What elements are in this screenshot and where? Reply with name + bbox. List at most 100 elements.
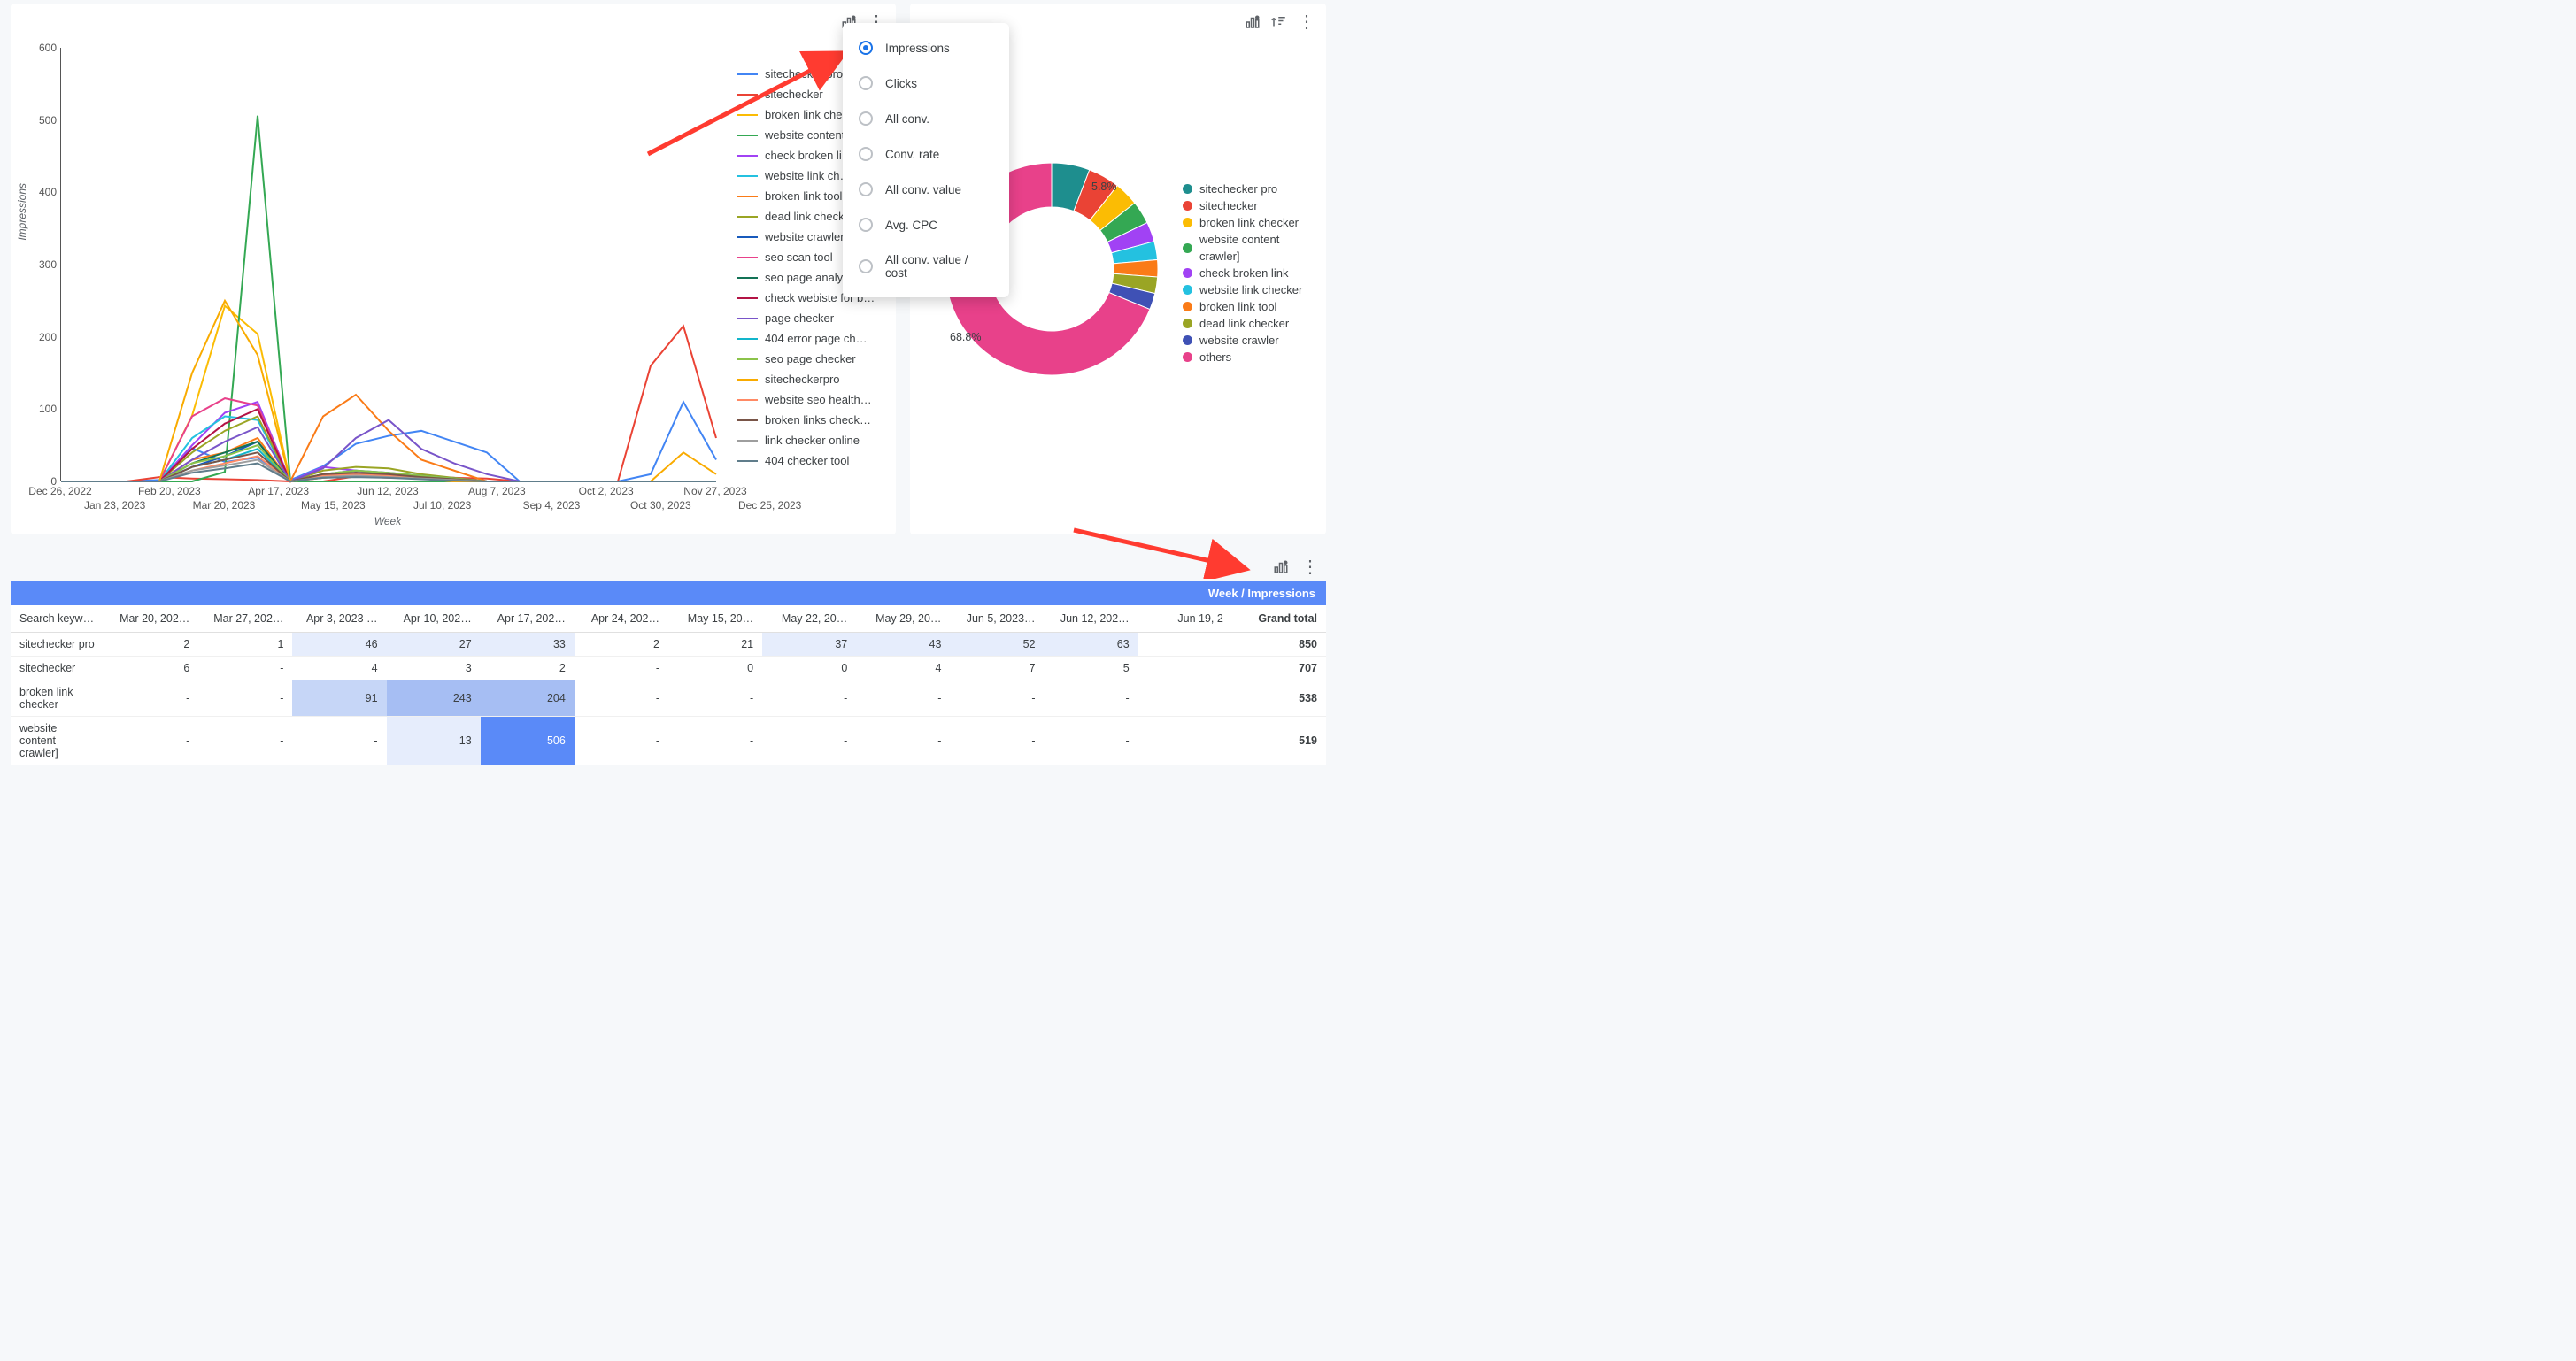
radio-icon [859,218,873,232]
cell: - [575,680,668,717]
legend-item[interactable]: page checker [737,308,887,328]
legend-item[interactable]: website seo health… [737,389,887,410]
x-tick: Oct 2, 2023 [579,485,634,497]
slice-label: 68.8% [950,331,981,343]
metric-option-label: All conv. value [885,183,961,196]
legend-item[interactable]: others [1183,349,1307,365]
metric-option-label: Impressions [885,42,950,55]
y-tick: 100 [30,403,57,415]
column-header[interactable]: Jun 12, 202… [1045,605,1138,633]
legend-item[interactable]: website crawler [1183,332,1307,349]
metric-option-label: All conv. value / cost [885,253,993,280]
legend-label: website seo health… [765,393,872,406]
legend-item[interactable]: broken link checker [1183,214,1307,231]
cell: 243 [387,680,481,717]
legend-label: others [1199,349,1231,365]
metric-dropdown: Impressions Clicks All conv. Conv. rate All … [843,23,1009,297]
more-icon[interactable]: ⋮ [1298,11,1315,33]
legend-label: dead link checker [1199,315,1289,332]
row-total: 519 [1232,717,1326,765]
column-header[interactable]: Mar 20, 202… [104,605,198,633]
cell: - [292,717,386,765]
legend-dot [1183,319,1192,328]
legend-item[interactable]: sitechecker pro [1183,181,1307,197]
row-key: broken link checker [11,680,104,717]
column-header[interactable]: May 15, 20… [668,605,762,633]
legend-label: broken link tool [765,189,842,203]
column-header[interactable]: Apr 3, 2023 … [292,605,386,633]
legend-label: check broken li… [765,149,853,162]
metric-option[interactable]: Avg. CPC [843,207,1009,242]
legend-label: broken link che… [765,108,853,121]
metric-option[interactable]: All conv. value / cost [843,242,1009,290]
legend-swatch [737,216,758,218]
legend-item[interactable]: broken links check… [737,410,887,430]
metric-option-label: All conv. [885,112,929,126]
column-header[interactable]: Jun 19, 2 [1138,605,1232,633]
cell: - [575,717,668,765]
y-tick: 400 [30,186,57,198]
legend-dot [1183,268,1192,278]
cell: - [762,717,856,765]
column-header[interactable]: Grand total [1232,605,1326,633]
table-row: sitechecker6-432-00475707 [11,657,1326,680]
table-row: sitechecker pro2146273322137435263850 [11,633,1326,657]
y-tick: 500 [30,114,57,127]
cell: 1 [198,633,292,657]
y-tick: 200 [30,331,57,343]
row-total: 707 [1232,657,1326,680]
column-header[interactable]: Apr 17, 202… [481,605,575,633]
legend-label: check broken link [1199,265,1288,281]
legend-item[interactable]: sitecheckerpro [737,369,887,389]
column-header[interactable]: Apr 10, 202… [387,605,481,633]
legend-label: website link checker [1199,281,1302,298]
cell: - [950,717,1044,765]
cell: - [950,680,1044,717]
data-table: Week / Impressions Search keywordMar 20,… [11,581,1326,765]
cell: 63 [1045,633,1138,657]
legend-item[interactable]: seo page checker [737,349,887,369]
column-header[interactable]: Mar 27, 202… [198,605,292,633]
chart-config-icon[interactable] [1273,556,1289,578]
column-header[interactable]: Apr 24, 202… [575,605,668,633]
legend-dot [1183,285,1192,295]
cell: - [104,680,198,717]
cell: - [762,680,856,717]
legend-swatch [737,73,758,75]
legend-item[interactable]: link checker online [737,430,887,450]
column-header[interactable]: May 29, 20… [856,605,950,633]
legend-label: page checker [765,311,834,325]
legend-item[interactable]: website link checker [1183,281,1307,298]
metric-option[interactable]: All conv. value [843,172,1009,207]
metric-option[interactable]: All conv. [843,101,1009,136]
legend-dot [1183,218,1192,227]
legend-item[interactable]: website content crawler] [1183,231,1307,265]
legend-item[interactable]: 404 checker tool [737,450,887,471]
column-header[interactable]: Jun 5, 2023… [950,605,1044,633]
legend-swatch [737,419,758,421]
metric-option[interactable]: Conv. rate [843,136,1009,172]
metric-option[interactable]: Clicks [843,65,1009,101]
cell: - [668,680,762,717]
legend-item[interactable]: dead link checker [1183,315,1307,332]
cell: 204 [481,680,575,717]
chart-config-icon[interactable] [1245,11,1261,33]
x-tick: Dec 25, 2023 [738,499,801,511]
cell: 5 [1045,657,1138,680]
legend-swatch [737,379,758,381]
legend-item[interactable]: broken link tool [1183,298,1307,315]
column-header[interactable]: Search keyword [11,605,104,633]
legend-label: seo page checker [765,352,856,365]
legend-label: seo page analy… [765,271,854,284]
cell: 91 [292,680,386,717]
legend-item[interactable]: sitechecker [1183,197,1307,214]
legend-swatch [737,277,758,279]
legend-dot [1183,184,1192,194]
sort-icon[interactable] [1271,11,1287,33]
cell: - [856,680,950,717]
legend-item[interactable]: check broken link [1183,265,1307,281]
more-icon[interactable]: ⋮ [1301,556,1319,578]
metric-option[interactable]: Impressions [843,30,1009,65]
column-header[interactable]: May 22, 20… [762,605,856,633]
legend-item[interactable]: 404 error page ch… [737,328,887,349]
